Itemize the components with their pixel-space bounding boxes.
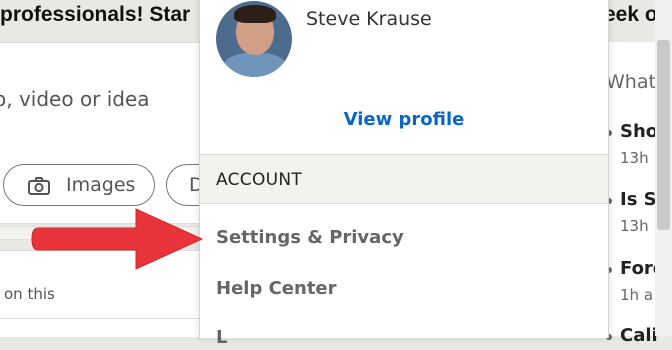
camera-icon (28, 177, 50, 199)
news-item-time: 1h a (620, 286, 654, 304)
menu-item-language[interactable]: L (216, 326, 227, 350)
news-item-title: Cali (620, 325, 658, 346)
menu-item-help-center[interactable]: Help Center (216, 277, 337, 301)
menu-item-settings-privacy[interactable]: Settings & Privacy (216, 226, 404, 250)
news-item-title: Sho (620, 121, 659, 142)
news-header: What (606, 71, 656, 93)
view-profile-link[interactable]: View profile (200, 108, 608, 132)
red-arrow-icon (30, 206, 206, 276)
avatar[interactable] (216, 1, 292, 77)
images-button[interactable]: Images (3, 164, 155, 206)
user-name: Steve Krause (306, 8, 432, 30)
news-item-time: 13h (620, 217, 649, 235)
account-section-header: ACCOUNT (200, 154, 608, 204)
images-button-label: Images (66, 174, 136, 196)
post-separator (0, 318, 204, 319)
scrollbar-thumb[interactable] (657, 40, 670, 230)
account-section-label: ACCOUNT (216, 170, 303, 190)
right-banner-text: eek o (604, 3, 658, 26)
news-item-title: Is S (620, 189, 657, 210)
share-input-placeholder[interactable]: o, video or idea (0, 85, 150, 113)
post-text: on this (4, 285, 55, 303)
feed-banner-text: professionals! Star (0, 3, 191, 26)
news-item-time: 13h (620, 149, 649, 167)
me-dropdown-menu: Steve Krause View profile ACCOUNT Settin… (199, 0, 609, 348)
